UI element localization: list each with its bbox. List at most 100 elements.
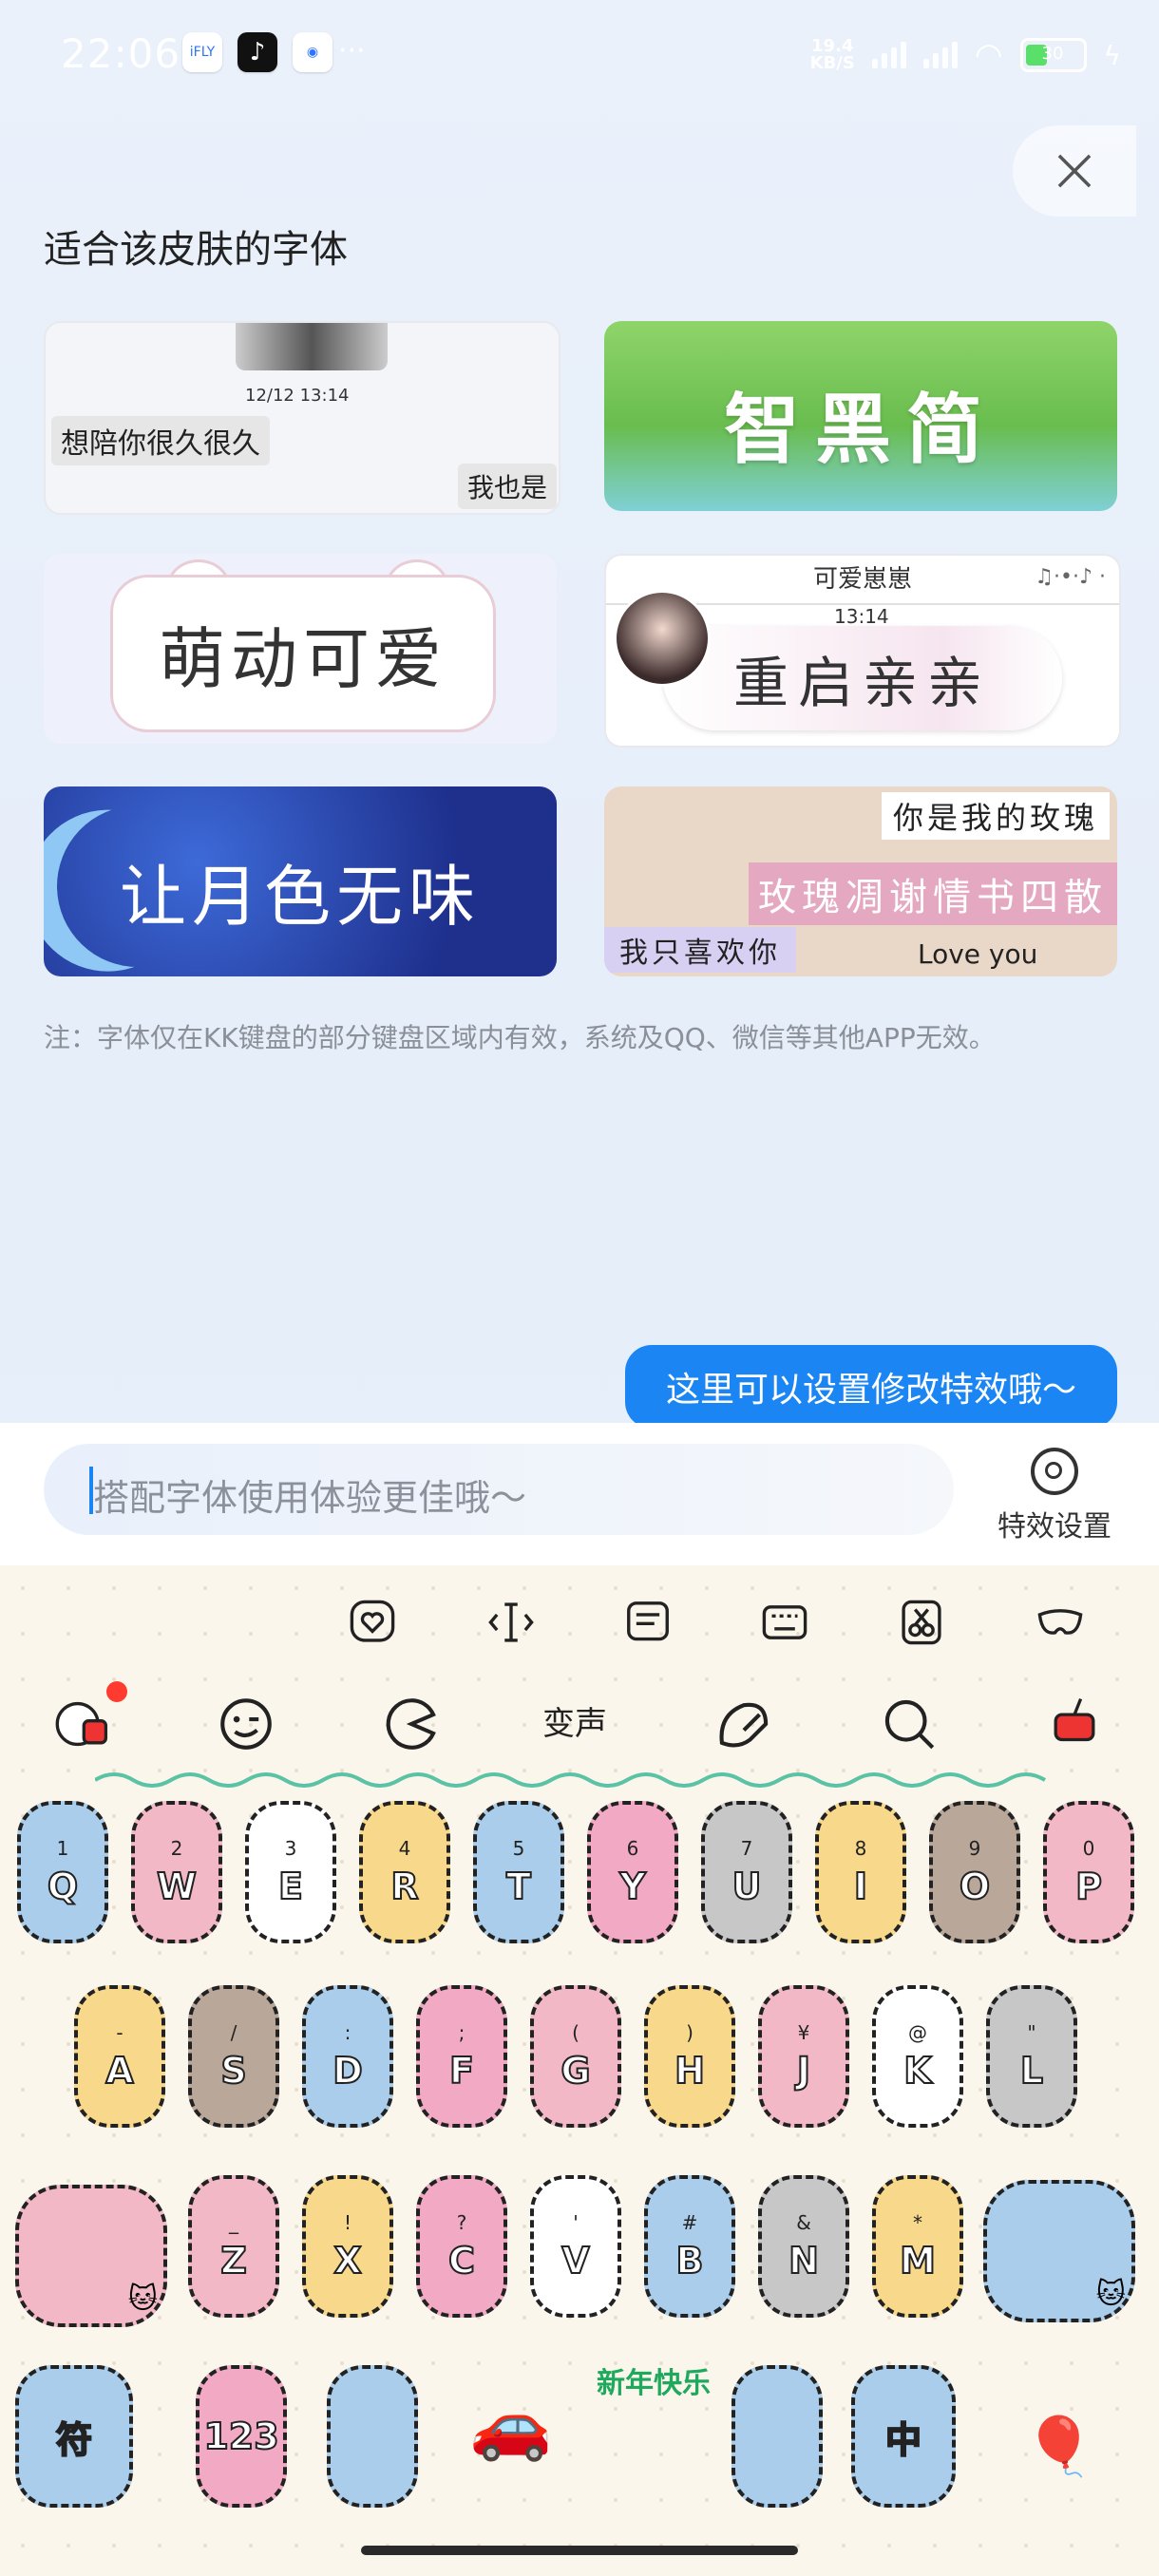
rose-line-2: 玫瑰凋谢情书四散 <box>749 862 1117 925</box>
key-letter: C <box>447 2239 476 2282</box>
font-preview-text: 智黑简 <box>724 386 998 474</box>
font-card-chongqi[interactable]: 可爱崽崽 ♫·•·♪ · 13:14 重启亲亲 <box>604 554 1121 748</box>
key-s[interactable]: / S <box>188 1985 279 2128</box>
font-card-rose[interactable]: 你是我的玫瑰 玫瑰凋谢情书四散 我只喜欢你 Love you <box>604 786 1117 976</box>
key-number: : <box>344 2021 352 2044</box>
key-w[interactable]: 2W <box>131 1801 222 1943</box>
key-letter: J <box>796 2049 811 2093</box>
music-notes: ♫·•·♪ · <box>1035 565 1106 589</box>
key-letter: N <box>788 2239 820 2282</box>
key-number: 6 <box>626 1837 639 1860</box>
effects-settings-button[interactable]: 特效设置 <box>978 1448 1130 1544</box>
clock: 22:06 <box>61 30 181 77</box>
key-letter: 123 <box>202 2415 279 2458</box>
key-number: / <box>230 2021 238 2044</box>
key-number: 5 <box>512 1837 525 1860</box>
font-card-chat[interactable]: 12/12 13:14 想陪你很久很久 我也是 <box>44 321 560 515</box>
key-f[interactable]: ; F <box>416 1985 507 2128</box>
tiktok-app-icon: ♪ <box>238 32 277 72</box>
key-number: ' <box>573 2211 579 2234</box>
key-e[interactable]: 3E <box>245 1801 336 1943</box>
keyboard-icon[interactable] <box>756 1594 813 1651</box>
effects-tooltip: 这里可以设置修改特效哦～ <box>625 1345 1117 1444</box>
key-m[interactable]: * M <box>872 2175 963 2318</box>
key-row4-3[interactable] <box>732 2365 823 2508</box>
key-r[interactable]: 4R <box>359 1801 450 1943</box>
signal-icon-2 <box>922 42 958 68</box>
ifly-app-icon: iFLY <box>182 32 222 72</box>
key-number: * <box>913 2211 922 2234</box>
firecracker-icon[interactable] <box>1041 1691 1108 1757</box>
font-card-zhiheijian[interactable]: 智黑简 <box>604 321 1117 511</box>
text-cursor-icon[interactable] <box>483 1594 540 1651</box>
key-number: ) <box>686 2021 694 2044</box>
key-h[interactable]: ) H <box>644 1985 735 2128</box>
font-card-mengdong[interactable]: 萌动可爱 <box>44 554 557 744</box>
key-letter: T <box>505 1865 532 1908</box>
voice-change-button[interactable]: 变声 <box>542 1691 608 1757</box>
close-button[interactable] <box>1013 125 1136 217</box>
more-notifications-icon: ··· <box>338 34 366 67</box>
key-j[interactable]: ¥ J <box>758 1985 849 2128</box>
key-u[interactable]: 7U <box>701 1801 792 1943</box>
key-row4-2[interactable] <box>327 2365 418 2508</box>
key-g[interactable]: (G <box>530 1985 621 2128</box>
key-l[interactable]: " L <box>986 1985 1077 2128</box>
notification-app-icons: iFLY ♪ ◉ <box>182 32 332 72</box>
car-icon: 🚗 <box>469 2386 553 2464</box>
key-c[interactable]: ? C <box>416 2175 507 2318</box>
key-z[interactable]: _ Z <box>188 2175 279 2318</box>
notification-dot <box>106 1681 127 1702</box>
key-number: & <box>796 2211 811 2234</box>
key-y[interactable]: 6Y <box>587 1801 678 1943</box>
key-o[interactable]: 9O <box>929 1801 1020 1943</box>
key-letter: B <box>675 2239 705 2282</box>
key-d[interactable]: :D <box>302 1985 393 2128</box>
kk-mascot-icon[interactable] <box>48 1691 114 1757</box>
key-x[interactable]: ! X <box>302 2175 393 2318</box>
text-input[interactable]: 搭配字体使用体验更佳哦～ <box>44 1444 954 1535</box>
key-v[interactable]: ' V <box>530 2175 621 2318</box>
key-number: 4 <box>398 1837 411 1860</box>
key-a[interactable]: -A <box>74 1985 165 2128</box>
enter-key[interactable]: 🎈 <box>978 2375 1140 2517</box>
key-p[interactable]: 0P <box>1043 1801 1134 1943</box>
key-letter: O <box>959 1865 991 1908</box>
key-符[interactable]: 符 <box>15 2365 133 2508</box>
key-number: 2 <box>170 1837 183 1860</box>
key-q[interactable]: 1Q <box>17 1801 108 1943</box>
key-letter: Y <box>618 1865 646 1908</box>
emoji-icon[interactable] <box>213 1691 279 1757</box>
key-中[interactable]: 中 <box>851 2365 956 2508</box>
rose-line-1: 你是我的玫瑰 <box>881 792 1110 840</box>
key-number: 1 <box>56 1837 69 1860</box>
shift-key-face: 🐱 <box>15 2185 167 2327</box>
clipboard-icon[interactable] <box>619 1594 676 1651</box>
getflow-app-icon: ◉ <box>293 32 332 72</box>
emoji-heart-icon[interactable] <box>344 1594 401 1651</box>
game-face-icon[interactable] <box>378 1691 445 1757</box>
key-letter: E <box>277 1865 304 1908</box>
theme-brush-icon[interactable] <box>711 1691 777 1757</box>
key-i[interactable]: 8I <box>815 1801 906 1943</box>
key-123[interactable]: 123 <box>196 2365 287 2508</box>
key-number: ( <box>572 2021 580 2044</box>
key-n[interactable]: & N <box>758 2175 849 2318</box>
key-letter: S <box>219 2049 247 2093</box>
rose-line-3: 我只喜欢你 <box>604 927 796 973</box>
key-number: 9 <box>968 1837 981 1860</box>
effects-settings-label: 特效设置 <box>998 1510 1112 1544</box>
keyboard-toolbar <box>0 1565 1159 1679</box>
scissors-icon[interactable] <box>893 1594 950 1651</box>
shift-key[interactable]: 🐱 <box>15 2185 167 2327</box>
key-letter: G <box>560 2049 591 2093</box>
search-icon[interactable] <box>876 1691 942 1757</box>
key-k[interactable]: @ K <box>872 1985 963 2128</box>
font-card-yuese[interactable]: 让月色无味 <box>44 786 557 976</box>
key-t[interactable]: 5T <box>473 1801 564 1943</box>
backspace-key[interactable]: 🐱 <box>978 2180 1140 2322</box>
mask-icon[interactable] <box>1032 1594 1089 1651</box>
key-letter: K <box>902 2049 932 2093</box>
space-bar-sticker[interactable]: 🚗 新年快乐 <box>454 2329 711 2481</box>
key-b[interactable]: # B <box>644 2175 735 2318</box>
